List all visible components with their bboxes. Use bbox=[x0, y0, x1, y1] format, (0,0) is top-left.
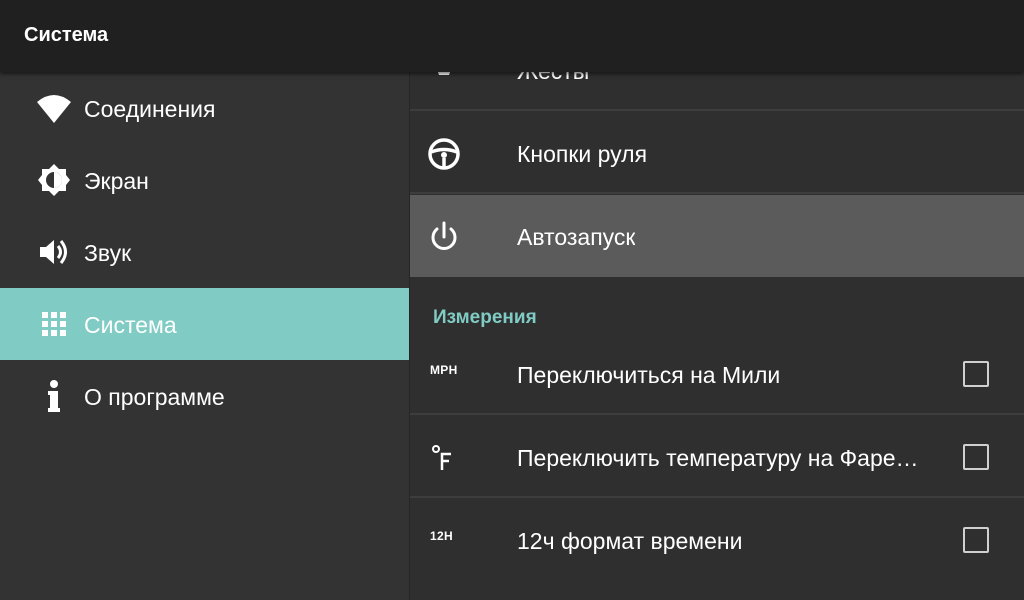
steering-wheel-icon bbox=[426, 136, 462, 172]
section-header-measurements: Измерения bbox=[433, 307, 537, 328]
row-switch-miles[interactable]: MPH Переключиться на Мили bbox=[410, 333, 1024, 415]
row-label: Переключить температуру на Фаренгейт bbox=[517, 445, 931, 471]
sidebar-item-label: Звук bbox=[84, 240, 132, 266]
app-title: Система bbox=[24, 24, 109, 46]
wifi-icon bbox=[36, 90, 72, 126]
row-label: Переключиться на Мили bbox=[517, 362, 781, 388]
12h-icon: 12H bbox=[430, 529, 453, 543]
power-icon bbox=[426, 219, 462, 255]
miles-checkbox[interactable] bbox=[963, 361, 989, 387]
row-divider bbox=[410, 109, 1024, 111]
fahrenheit-checkbox[interactable] bbox=[963, 444, 989, 470]
app-bar: Система bbox=[0, 0, 1024, 72]
row-autostart[interactable]: Автозапуск bbox=[410, 195, 1024, 277]
row-divider bbox=[410, 413, 1024, 415]
row-label: 12ч формат времени bbox=[517, 528, 743, 554]
info-icon bbox=[36, 378, 72, 414]
settings-list: Жесты Кнопки руля Автозапуск Измерения M… bbox=[410, 0, 1024, 600]
sidebar-item-sound[interactable]: Звук bbox=[0, 216, 409, 288]
sidebar-item-display[interactable]: Экран bbox=[0, 144, 409, 216]
row-divider bbox=[410, 192, 1024, 194]
row-steering-buttons[interactable]: Кнопки руля bbox=[410, 112, 1024, 194]
volume-icon bbox=[36, 234, 72, 270]
row-divider bbox=[410, 496, 1024, 498]
mph-icon: MPH bbox=[430, 363, 458, 377]
sidebar: Соединения Экран Звук Система О программ… bbox=[0, 72, 409, 600]
fahrenheit-icon bbox=[426, 440, 462, 476]
sidebar-item-label: Экран bbox=[84, 168, 149, 194]
row-switch-fahrenheit[interactable]: Переключить температуру на Фаренгейт bbox=[410, 416, 1024, 498]
sidebar-item-label: Система bbox=[84, 312, 177, 338]
sidebar-item-about[interactable]: О программе bbox=[0, 360, 409, 432]
apps-grid-icon bbox=[36, 306, 72, 342]
row-label: Кнопки руля bbox=[517, 141, 648, 167]
sidebar-item-label: О программе bbox=[84, 384, 225, 410]
sidebar-item-system[interactable]: Система bbox=[0, 288, 409, 360]
brightness-icon bbox=[36, 162, 72, 198]
sidebar-item-connections[interactable]: Соединения bbox=[0, 72, 409, 144]
row-label: Автозапуск bbox=[517, 224, 636, 250]
12h-checkbox[interactable] bbox=[963, 527, 989, 553]
sidebar-item-label: Соединения bbox=[84, 96, 216, 122]
row-12h-format[interactable]: 12H 12ч формат времени bbox=[410, 499, 1024, 581]
